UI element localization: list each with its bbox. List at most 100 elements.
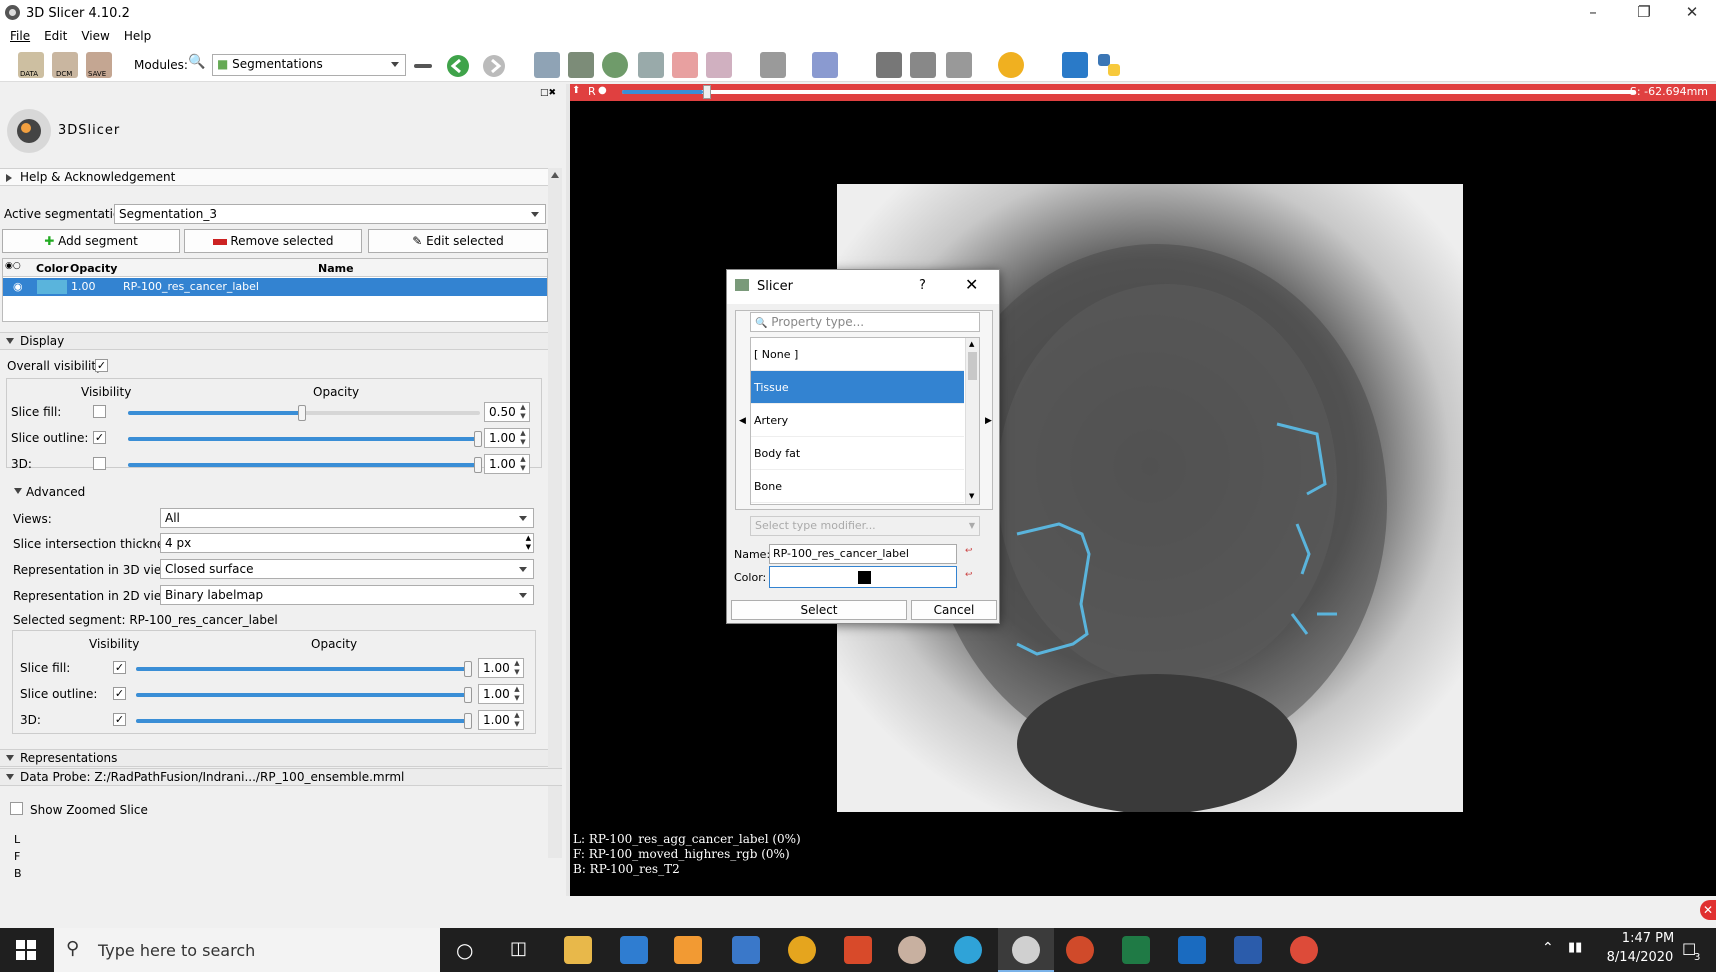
pin-icon[interactable]: ⬆ [572, 85, 580, 96]
add-segment-button[interactable]: ✚ Add segment [2, 229, 180, 253]
reset-color-icon[interactable]: ↩ [965, 570, 973, 580]
app-icon-brain[interactable] [898, 936, 926, 964]
slice-offset-knob[interactable] [703, 85, 712, 99]
visibility-checkbox[interactable] [93, 405, 106, 418]
taskbar-time[interactable]: 1:47 PM [1608, 931, 1688, 946]
menu-view[interactable]: View [81, 29, 109, 43]
name-column-header[interactable]: Name [318, 262, 354, 275]
menu-edit[interactable]: Edit [44, 29, 67, 43]
slice-offset-slider[interactable] [622, 85, 1636, 99]
opacity-slider-knob[interactable] [474, 457, 482, 473]
mail-icon[interactable] [620, 936, 648, 964]
rep3d-select[interactable]: Closed surface [160, 559, 534, 579]
menu-help[interactable]: Help [124, 29, 151, 43]
edge-icon[interactable] [954, 936, 982, 964]
back-arrow-icon[interactable] [446, 54, 470, 78]
data-module-icon[interactable] [534, 52, 560, 78]
display-section[interactable]: Display [0, 332, 548, 350]
visibility-checkbox[interactable]: ✓ [113, 687, 126, 700]
help-section[interactable]: Help & Acknowledgement [0, 168, 548, 186]
opacity-slider[interactable] [136, 713, 472, 729]
visibility-checkbox[interactable]: ✓ [113, 661, 126, 674]
data-probe-section[interactable]: Data Probe: Z:/RadPathFusion/Indrani.../… [0, 768, 562, 786]
screenshot-icon[interactable] [876, 52, 902, 78]
excel-icon[interactable] [1122, 936, 1150, 964]
close-window-icon[interactable]: ✕ [1668, 0, 1716, 26]
maximize-icon[interactable]: ❐ [1620, 0, 1668, 26]
rep2d-select[interactable]: Binary labelmap [160, 585, 534, 605]
advanced-section[interactable]: Advanced [12, 483, 542, 501]
segment-opacity[interactable]: 1.00 [71, 280, 96, 293]
crosshair-icon[interactable] [998, 52, 1024, 78]
matlab-icon[interactable] [844, 936, 872, 964]
store-icon[interactable] [732, 936, 760, 964]
scene-view-icon[interactable] [910, 52, 936, 78]
opacity-slider[interactable] [136, 661, 472, 677]
module-selector[interactable]: ■ Segmentations [212, 54, 406, 76]
eye-icon[interactable]: ◉ [13, 280, 23, 293]
menu-file[interactable]: File [10, 29, 30, 43]
list-scrollbar[interactable]: ▲ ▼ [965, 338, 979, 504]
media-player-icon[interactable] [674, 936, 702, 964]
opacity-spinbox[interactable]: 1.00 ▲ ▼ [478, 658, 524, 678]
opacity-spinbox[interactable]: 1.00 ▲ ▼ [484, 428, 530, 448]
error-log-icon[interactable]: ✕ [1700, 900, 1716, 920]
views-select[interactable]: All [160, 508, 534, 528]
editor-module-icon[interactable] [706, 52, 732, 78]
panel-undock-icon[interactable]: □✖ [540, 88, 556, 98]
list-item[interactable]: Artery [751, 404, 964, 437]
python-icon[interactable] [1096, 52, 1122, 78]
volumes-module-icon[interactable] [568, 52, 594, 78]
file-explorer-icon[interactable] [564, 936, 592, 964]
visibility-checkbox[interactable]: ✓ [93, 431, 106, 444]
markups-module-icon[interactable] [672, 52, 698, 78]
color-picker-button[interactable] [769, 566, 957, 588]
opacity-slider-knob[interactable] [298, 405, 306, 421]
scroll-thumb[interactable] [968, 352, 977, 380]
module-search-icon[interactable]: 🔍 [188, 54, 205, 70]
opacity-column-header[interactable]: Opacity [70, 262, 117, 275]
segment-color-swatch[interactable] [37, 280, 67, 294]
list-item[interactable]: Body fat [751, 437, 964, 470]
active-segmentation-select[interactable]: Segmentation_3 [114, 204, 546, 224]
property-search-input[interactable]: 🔍 Property type... [750, 312, 980, 332]
link-icon[interactable]: ● [598, 85, 607, 96]
spin-arrows-icon[interactable]: ▲ ▼ [526, 534, 531, 552]
layout-icon[interactable] [760, 52, 786, 78]
outlook-icon[interactable] [1178, 936, 1206, 964]
scroll-down-icon[interactable]: ▼ [969, 492, 974, 500]
spin-arrows-icon[interactable]: ▲ ▼ [517, 429, 529, 447]
opacity-slider[interactable] [128, 431, 482, 447]
opacity-slider-knob[interactable] [474, 431, 482, 447]
visibility-checkbox[interactable] [93, 457, 106, 470]
show-zoomed-checkbox[interactable] [10, 802, 23, 815]
opacity-spinbox[interactable]: 1.00 ▲ ▼ [484, 454, 530, 474]
mouse-mode-icon[interactable] [946, 52, 972, 78]
table-row[interactable]: ◉ 1.00 RP-100_res_cancer_label [3, 278, 547, 296]
crosshair-view-icon[interactable] [812, 52, 838, 78]
visibility-checkbox[interactable]: ✓ [113, 713, 126, 726]
opacity-spinbox[interactable]: 1.00 ▲ ▼ [478, 684, 524, 704]
spin-arrows-icon[interactable]: ▲ ▼ [517, 403, 529, 421]
powerpoint-icon[interactable] [1066, 936, 1094, 964]
forward-arrow-icon[interactable] [482, 54, 506, 78]
opacity-slider-knob[interactable] [464, 661, 472, 677]
next-arrow-icon[interactable]: ▶ [985, 416, 992, 426]
opacity-slider[interactable] [128, 457, 482, 473]
transforms-module-icon[interactable] [638, 52, 664, 78]
windows-start-icon[interactable] [16, 940, 36, 960]
opacity-slider[interactable] [128, 405, 480, 421]
opacity-slider[interactable] [136, 687, 472, 703]
opacity-spinbox[interactable]: 0.50 ▲ ▼ [484, 402, 530, 422]
taskbar-search-box[interactable]: ⚲ Type here to search [54, 928, 440, 972]
app-icon-orange[interactable] [788, 936, 816, 964]
dialog-select-button[interactable]: Select [731, 600, 907, 620]
spin-arrows-icon[interactable]: ▲ ▼ [511, 659, 523, 677]
chevron-up-icon[interactable]: ⌃ [1542, 940, 1554, 956]
reset-name-icon[interactable]: ↩ [965, 546, 973, 556]
opacity-spinbox[interactable]: 1.00 ▲ ▼ [478, 710, 524, 730]
segment-name[interactable]: RP-100_res_cancer_label [123, 280, 259, 293]
taskbar-date[interactable]: 8/14/2020 [1600, 950, 1680, 965]
module-history-icon[interactable] [414, 64, 432, 68]
list-item[interactable]: Bone [751, 470, 964, 503]
